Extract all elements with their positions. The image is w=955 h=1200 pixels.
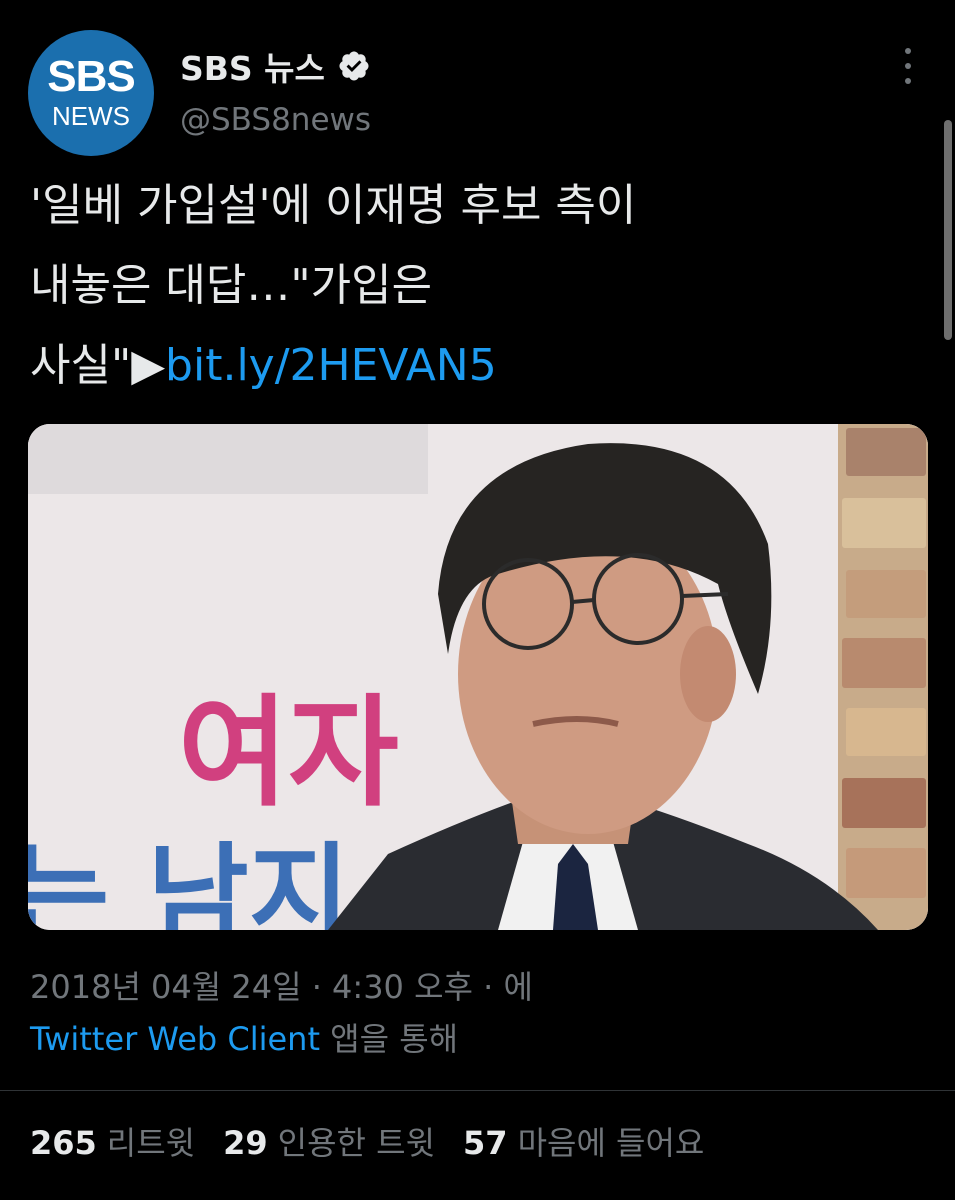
- display-name[interactable]: SBS 뉴스: [180, 42, 325, 90]
- source-client-link[interactable]: Twitter Web Client: [30, 1020, 320, 1058]
- retweet-count[interactable]: 265 리트윗: [30, 1118, 195, 1164]
- like-count[interactable]: 57 마음에 들어요: [463, 1118, 704, 1164]
- source-suffix: 앱을 통해: [330, 1020, 459, 1058]
- author-name-row[interactable]: SBS 뉴스: [180, 42, 371, 90]
- tweet-text: '일베 가입설'에 이재명 후보 측이 내놓은 대답…"가입은 사실"▶bit.…: [30, 166, 910, 406]
- quote-tweet-count[interactable]: 29 인용한 트윗: [223, 1118, 435, 1164]
- stat-count: 29: [223, 1124, 268, 1162]
- stat-count: 57: [463, 1124, 508, 1162]
- tweet-text-line: '일베 가입설'에 이재명 후보 측이: [30, 180, 637, 231]
- stat-count: 265: [30, 1124, 97, 1162]
- stat-label: 리트윗: [106, 1124, 196, 1162]
- banner-text-pink: 여자: [178, 684, 399, 823]
- avatar-logo-text: SBS: [47, 52, 135, 101]
- tweet-timestamp[interactable]: 2018년 04월 24일 · 4:30 오후 · 에: [30, 962, 533, 1008]
- avatar[interactable]: SBS NEWS: [28, 30, 154, 156]
- tweet-link[interactable]: bit.ly/2HEVAN5: [165, 340, 497, 391]
- tweet-text-line: 내놓은 대답…"가입은: [30, 260, 433, 311]
- scrollbar[interactable]: [944, 120, 952, 340]
- tweet-stats: 265 리트윗 29 인용한 트윗 57 마음에 들어요: [30, 1118, 704, 1164]
- banner-text-blue: 는 남지: [28, 832, 350, 930]
- tweet-text-fragment: 사실"▶: [30, 340, 166, 391]
- tweet-image[interactable]: 여자 는 남지: [28, 424, 928, 930]
- tweet-source: Twitter Web Client 앱을 통해: [30, 1014, 458, 1060]
- tweet-text-line: 사실"▶bit.ly/2HEVAN5: [30, 326, 910, 406]
- stat-label: 인용한 트윗: [277, 1124, 436, 1162]
- avatar-logo-subtext: NEWS: [52, 101, 130, 131]
- stat-label: 마음에 들어요: [517, 1124, 705, 1162]
- news-photo: 여자 는 남지: [28, 424, 928, 930]
- more-options-icon[interactable]: [900, 48, 916, 84]
- verified-badge-icon: [339, 51, 369, 81]
- divider: [0, 1090, 955, 1091]
- handle[interactable]: @SBS8news: [180, 102, 371, 138]
